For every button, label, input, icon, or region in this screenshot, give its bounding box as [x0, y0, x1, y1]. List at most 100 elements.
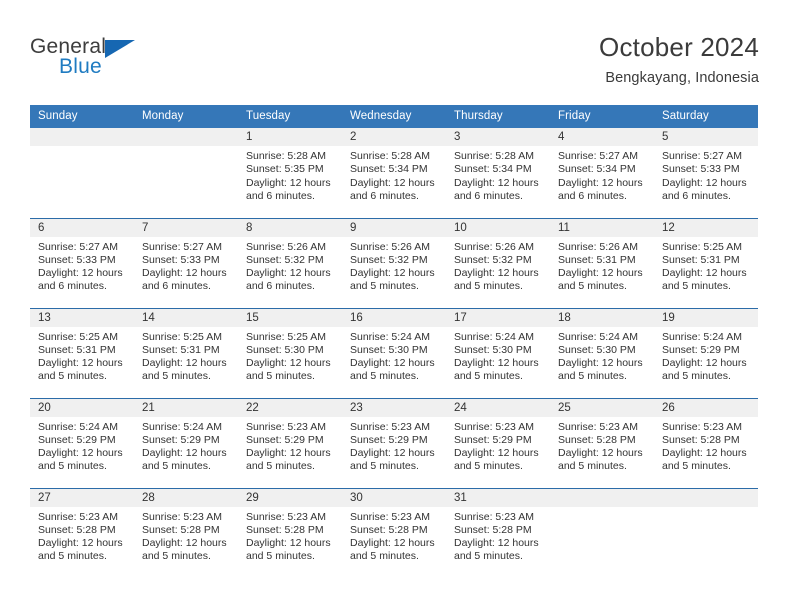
day-cell[interactable]: 20 Sunrise: 5:24 AM Sunset: 5:29 PM Dayl…	[30, 397, 134, 488]
day-details: Sunrise: 5:25 AM Sunset: 5:31 PM Dayligh…	[30, 327, 134, 384]
day-cell[interactable]: 11 Sunrise: 5:26 AM Sunset: 5:31 PM Dayl…	[550, 217, 654, 308]
day-cell[interactable]: 31 Sunrise: 5:23 AM Sunset: 5:28 PM Dayl…	[446, 487, 550, 578]
sunset-text: Sunset: 5:31 PM	[142, 343, 220, 356]
day-cell[interactable]: 29 Sunrise: 5:23 AM Sunset: 5:28 PM Dayl…	[238, 487, 342, 578]
daylight-text-line2: and 6 minutes.	[142, 280, 211, 293]
day-details: Sunrise: 5:23 AM Sunset: 5:28 PM Dayligh…	[134, 507, 238, 564]
day-number: 2	[342, 128, 446, 146]
day-cell-inner: 22 Sunrise: 5:23 AM Sunset: 5:29 PM Dayl…	[238, 398, 342, 488]
sunset-text: Sunset: 5:29 PM	[662, 343, 740, 356]
day-number	[134, 128, 238, 146]
day-cell-inner: 27 Sunrise: 5:23 AM Sunset: 5:28 PM Dayl…	[30, 488, 134, 578]
daylight-text-line1: Daylight: 12 hours	[350, 176, 435, 189]
day-details: Sunrise: 5:27 AM Sunset: 5:33 PM Dayligh…	[134, 237, 238, 294]
daylight-text-line2: and 5 minutes.	[662, 460, 731, 473]
daylight-text-line1: Daylight: 12 hours	[558, 267, 643, 280]
sunrise-text: Sunrise: 5:25 AM	[662, 240, 742, 253]
daylight-text-line1: Daylight: 12 hours	[454, 447, 539, 460]
daylight-text-line1: Daylight: 12 hours	[246, 447, 331, 460]
day-details: Sunrise: 5:23 AM Sunset: 5:29 PM Dayligh…	[446, 417, 550, 474]
day-cell[interactable]: 17 Sunrise: 5:24 AM Sunset: 5:30 PM Dayl…	[446, 307, 550, 398]
day-cell[interactable]: 8 Sunrise: 5:26 AM Sunset: 5:32 PM Dayli…	[238, 217, 342, 308]
daylight-text-line2: and 5 minutes.	[350, 550, 419, 563]
day-cell[interactable]: 23 Sunrise: 5:23 AM Sunset: 5:29 PM Dayl…	[342, 397, 446, 488]
day-cell[interactable]: 21 Sunrise: 5:24 AM Sunset: 5:29 PM Dayl…	[134, 397, 238, 488]
day-details: Sunrise: 5:25 AM Sunset: 5:31 PM Dayligh…	[134, 327, 238, 384]
day-cell[interactable]: 24 Sunrise: 5:23 AM Sunset: 5:29 PM Dayl…	[446, 397, 550, 488]
day-cell[interactable]: 19 Sunrise: 5:24 AM Sunset: 5:29 PM Dayl…	[654, 307, 758, 398]
day-cell[interactable]: 9 Sunrise: 5:26 AM Sunset: 5:32 PM Dayli…	[342, 217, 446, 308]
day-cell[interactable]: 28 Sunrise: 5:23 AM Sunset: 5:28 PM Dayl…	[134, 487, 238, 578]
weekday-header-row: Sunday Monday Tuesday Wednesday Thursday…	[30, 105, 758, 128]
daylight-text-line1: Daylight: 12 hours	[662, 267, 747, 280]
day-cell[interactable]: 12 Sunrise: 5:25 AM Sunset: 5:31 PM Dayl…	[654, 217, 758, 308]
day-cell[interactable]: 16 Sunrise: 5:24 AM Sunset: 5:30 PM Dayl…	[342, 307, 446, 398]
day-cell[interactable]: 6 Sunrise: 5:27 AM Sunset: 5:33 PM Dayli…	[30, 217, 134, 308]
day-cell-inner: 13 Sunrise: 5:25 AM Sunset: 5:31 PM Dayl…	[30, 308, 134, 398]
day-cell[interactable]: 1 Sunrise: 5:28 AM Sunset: 5:35 PM Dayli…	[238, 128, 342, 218]
day-cell[interactable]: 4 Sunrise: 5:27 AM Sunset: 5:34 PM Dayli…	[550, 128, 654, 218]
week-row: 27 Sunrise: 5:23 AM Sunset: 5:28 PM Dayl…	[30, 487, 758, 578]
day-cell[interactable]: 15 Sunrise: 5:25 AM Sunset: 5:30 PM Dayl…	[238, 307, 342, 398]
day-number: 24	[446, 398, 550, 417]
day-details: Sunrise: 5:25 AM Sunset: 5:31 PM Dayligh…	[654, 237, 758, 294]
daylight-text-line2: and 5 minutes.	[558, 460, 627, 473]
daylight-text-line2: and 5 minutes.	[142, 370, 211, 383]
day-number: 11	[550, 218, 654, 237]
day-cell[interactable]	[654, 487, 758, 578]
sunrise-text: Sunrise: 5:23 AM	[246, 420, 326, 433]
day-cell[interactable]: 10 Sunrise: 5:26 AM Sunset: 5:32 PM Dayl…	[446, 217, 550, 308]
sunset-text: Sunset: 5:28 PM	[662, 433, 740, 446]
sunrise-text: Sunrise: 5:23 AM	[350, 510, 430, 523]
day-cell[interactable]: 13 Sunrise: 5:25 AM Sunset: 5:31 PM Dayl…	[30, 307, 134, 398]
sunset-text: Sunset: 5:28 PM	[246, 523, 324, 536]
day-details: Sunrise: 5:23 AM Sunset: 5:28 PM Dayligh…	[238, 507, 342, 564]
sunset-text: Sunset: 5:35 PM	[246, 163, 324, 176]
day-cell[interactable]: 25 Sunrise: 5:23 AM Sunset: 5:28 PM Dayl…	[550, 397, 654, 488]
sunset-text: Sunset: 5:33 PM	[38, 253, 116, 266]
sunrise-text: Sunrise: 5:26 AM	[350, 240, 430, 253]
daylight-text-line2: and 6 minutes.	[350, 189, 419, 202]
daylight-text-line2: and 5 minutes.	[246, 370, 315, 383]
sunrise-text: Sunrise: 5:28 AM	[454, 150, 534, 162]
daylight-text-line1: Daylight: 12 hours	[38, 447, 123, 460]
day-cell[interactable]: 26 Sunrise: 5:23 AM Sunset: 5:28 PM Dayl…	[654, 397, 758, 488]
day-cell[interactable]: 27 Sunrise: 5:23 AM Sunset: 5:28 PM Dayl…	[30, 487, 134, 578]
sunrise-text: Sunrise: 5:26 AM	[558, 240, 638, 253]
sunset-text: Sunset: 5:33 PM	[662, 163, 740, 176]
week-row: 1 Sunrise: 5:28 AM Sunset: 5:35 PM Dayli…	[30, 128, 758, 218]
sunset-text: Sunset: 5:32 PM	[246, 253, 324, 266]
day-cell[interactable]: 14 Sunrise: 5:25 AM Sunset: 5:31 PM Dayl…	[134, 307, 238, 398]
day-details: Sunrise: 5:27 AM Sunset: 5:33 PM Dayligh…	[30, 237, 134, 294]
day-cell[interactable]: 5 Sunrise: 5:27 AM Sunset: 5:33 PM Dayli…	[654, 128, 758, 218]
day-cell[interactable]: 30 Sunrise: 5:23 AM Sunset: 5:28 PM Dayl…	[342, 487, 446, 578]
day-cell[interactable]: 7 Sunrise: 5:27 AM Sunset: 5:33 PM Dayli…	[134, 217, 238, 308]
day-cell-inner: 6 Sunrise: 5:27 AM Sunset: 5:33 PM Dayli…	[30, 218, 134, 308]
day-cell[interactable]	[134, 128, 238, 218]
day-cell[interactable]	[550, 487, 654, 578]
day-number: 6	[30, 218, 134, 237]
sunrise-text: Sunrise: 5:25 AM	[38, 330, 118, 343]
sunrise-text: Sunrise: 5:25 AM	[142, 330, 222, 343]
week-row: 13 Sunrise: 5:25 AM Sunset: 5:31 PM Dayl…	[30, 307, 758, 398]
daylight-text-line2: and 5 minutes.	[662, 370, 731, 383]
sunrise-text: Sunrise: 5:23 AM	[246, 510, 326, 523]
daylight-text-line2: and 5 minutes.	[38, 550, 107, 563]
daylight-text-line2: and 5 minutes.	[142, 550, 211, 563]
daylight-text-line1: Daylight: 12 hours	[454, 267, 539, 280]
daylight-text-line1: Daylight: 12 hours	[350, 267, 435, 280]
day-cell[interactable]: 22 Sunrise: 5:23 AM Sunset: 5:29 PM Dayl…	[238, 397, 342, 488]
sunset-text: Sunset: 5:31 PM	[38, 343, 116, 356]
day-cell-inner: 16 Sunrise: 5:24 AM Sunset: 5:30 PM Dayl…	[342, 308, 446, 398]
day-cell[interactable]: 2 Sunrise: 5:28 AM Sunset: 5:34 PM Dayli…	[342, 128, 446, 218]
day-details: Sunrise: 5:26 AM Sunset: 5:32 PM Dayligh…	[446, 237, 550, 294]
week-row: 20 Sunrise: 5:24 AM Sunset: 5:29 PM Dayl…	[30, 397, 758, 488]
day-cell[interactable]: 18 Sunrise: 5:24 AM Sunset: 5:30 PM Dayl…	[550, 307, 654, 398]
daylight-text-line2: and 5 minutes.	[454, 280, 523, 293]
day-cell[interactable]	[30, 128, 134, 218]
daylight-text-line2: and 5 minutes.	[246, 550, 315, 563]
daylight-text-line2: and 5 minutes.	[558, 370, 627, 383]
day-number: 27	[30, 488, 134, 507]
general-blue-logo[interactable]: General Blue	[30, 36, 170, 86]
day-cell[interactable]: 3 Sunrise: 5:28 AM Sunset: 5:34 PM Dayli…	[446, 128, 550, 218]
